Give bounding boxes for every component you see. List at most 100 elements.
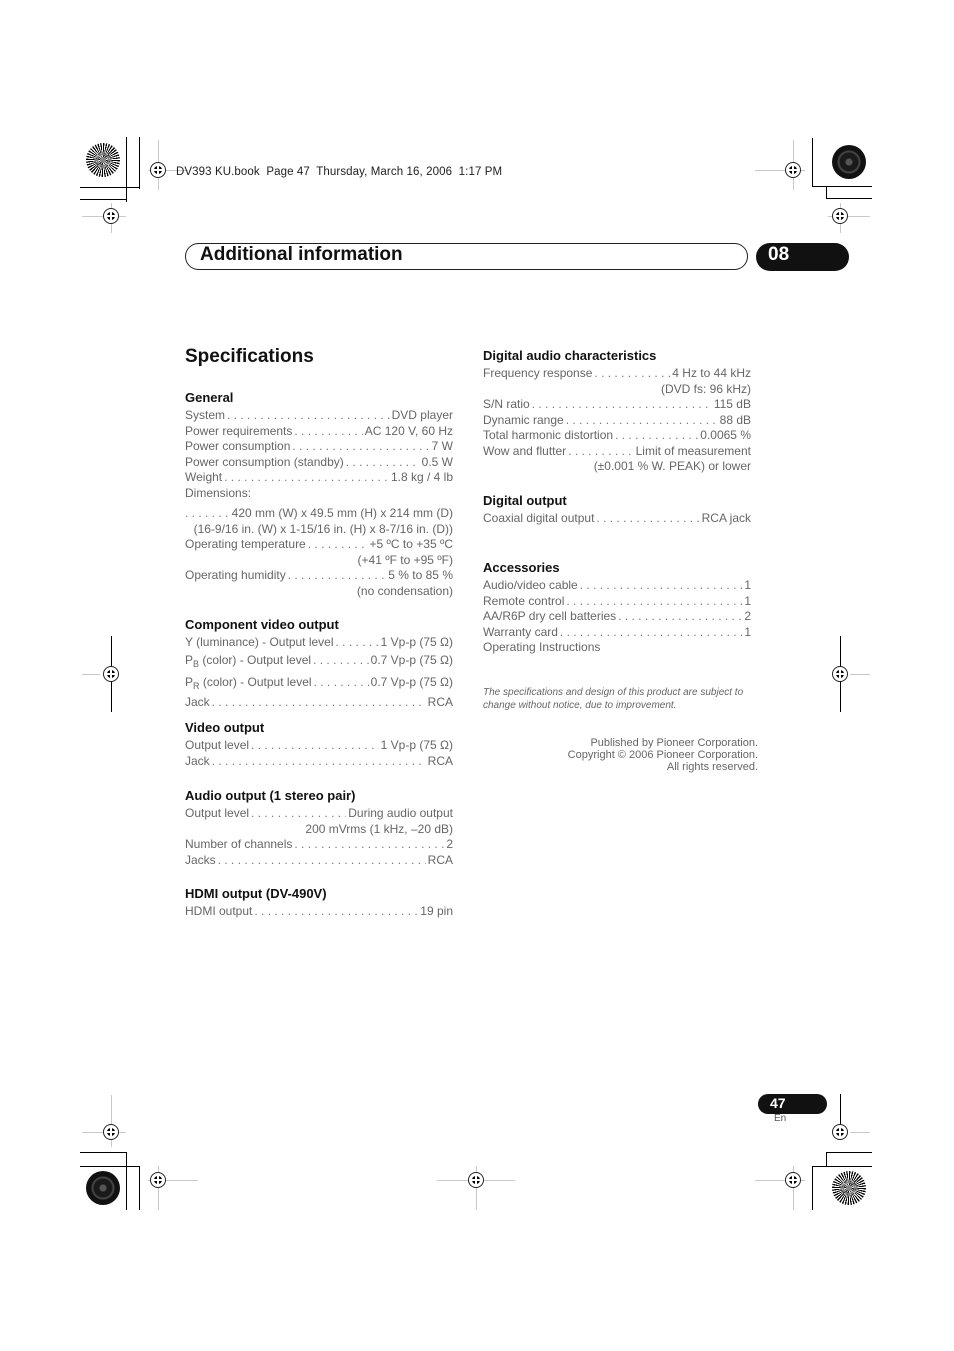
- crop-line: [812, 1166, 872, 1167]
- spec-row: Power requirements AC 120 V, 60 Hz: [185, 424, 453, 440]
- spec-label: Total harmonic distortion: [483, 428, 614, 442]
- spec-label: Jack: [185, 753, 210, 768]
- crosshair-icon: [832, 208, 848, 224]
- spec-label: Jacks: [185, 852, 216, 867]
- spec-row: Remote control 1: [483, 594, 751, 610]
- spec-value: 19 pin: [420, 904, 453, 918]
- spec-label: Wow and flutter: [483, 443, 567, 458]
- spec-row: Jack RCA: [185, 754, 453, 770]
- section-heading: Digital output: [483, 493, 567, 508]
- spec-section-video-output: Video output Output level 1 Vp-p (75 Ω) J…: [185, 720, 453, 769]
- spec-row: Y (luminance) - Output level 1 Vp-p (75 Ω…: [185, 635, 453, 651]
- spec-label: HDMI output: [185, 904, 253, 918]
- crop-line: [139, 137, 140, 189]
- spec-section-accessories: Accessories Audio/video cable 1 Remote co…: [483, 560, 751, 656]
- spec-value-continued: 200 mVrms (1 kHz, –20 dB): [305, 821, 453, 836]
- label-rest: (color) - Output level: [199, 674, 312, 689]
- spec-value-continued: (16-9/16 in. (W) x 1-15/16 in. (H) x 8-7…: [193, 521, 453, 536]
- spec-section-hdmi-output: HDMI output (DV-490V) HDMI output 19 pin: [185, 886, 453, 920]
- spec-row: Total harmonic distortion 0.0065 %: [483, 428, 751, 444]
- crosshair-icon: [785, 1172, 801, 1188]
- spec-value: 4 Hz to 44 kHz: [672, 366, 751, 380]
- label-main: P: [185, 652, 194, 667]
- spec-value: 5 % to 85 %: [388, 568, 453, 582]
- spec-value: 2: [446, 837, 453, 851]
- crop-line: [126, 137, 127, 202]
- spec-label: Jack: [185, 694, 210, 709]
- crop-line: [82, 674, 100, 675]
- crosshair-icon: [103, 1124, 119, 1140]
- spec-row: S/N ratio 115 dB: [483, 397, 751, 413]
- spec-value-continued: (+41 ºF to +95 ºF): [357, 552, 453, 567]
- crosshair-icon: [150, 1172, 166, 1188]
- page-language: En: [774, 1113, 787, 1124]
- crop-line: [139, 1166, 140, 1210]
- page-number: 47: [770, 1095, 786, 1111]
- crop-line: [80, 1166, 140, 1167]
- spec-value: RCA: [427, 753, 453, 768]
- publisher-info: Published by Pioneer Corporation. Copyri…: [520, 737, 758, 773]
- spec-section-audio-output: Audio output (1 stereo pair) Output leve…: [185, 788, 453, 868]
- spec-row: Number of channels 2: [185, 837, 453, 853]
- section-heading: Audio output (1 stereo pair): [185, 788, 356, 803]
- spec-row: PR (color) - Output level 0.7 Vp-p (75 Ω): [185, 673, 453, 695]
- spec-row: PB (color) - Output level 0.7 Vp-p (75 Ω): [185, 651, 453, 673]
- spec-label: Operating temperature: [185, 537, 306, 551]
- spec-label: Remote control: [483, 593, 565, 608]
- spec-label: System: [185, 408, 226, 422]
- spec-value: 7 W: [431, 439, 453, 453]
- spec-row: Operating temperature +5 ºC to +35 ºC: [185, 537, 453, 553]
- section-heading: General: [185, 390, 234, 405]
- spec-row: Weight 1.8 kg / 4 lb: [185, 470, 453, 486]
- spec-label: S/N ratio: [483, 397, 530, 411]
- spec-row: System DVD player: [185, 408, 453, 424]
- label-rest: (color) - Output level: [199, 652, 312, 667]
- spec-value: 1 Vp-p (75 Ω): [380, 635, 453, 649]
- spec-row: Power consumption (standby) 0.5 W: [185, 455, 453, 471]
- crop-line: [80, 199, 127, 200]
- crosshair-icon: [785, 162, 801, 178]
- spec-row: Operating humidity 5 % to 85 %: [185, 568, 453, 584]
- copyright-line: Copyright © 2006 Pioneer Corporation.: [567, 749, 758, 761]
- spec-label: Output level: [185, 738, 250, 752]
- spec-value-continued: (no condensation): [356, 583, 453, 598]
- spec-label: Output level: [185, 806, 250, 820]
- chapter-number: 08: [768, 244, 790, 265]
- spec-value: 1 Vp-p (75 Ω): [380, 738, 453, 752]
- spec-value: 0.7 Vp-p (75 Ω): [370, 652, 453, 667]
- spec-value: 1: [744, 593, 751, 608]
- spec-label: Warranty card: [483, 624, 558, 639]
- spec-value: DVD player: [391, 408, 453, 422]
- page-number-tab: [758, 1094, 827, 1114]
- crop-line: [826, 1152, 872, 1153]
- spec-value: RCA jack: [701, 511, 751, 525]
- disclaimer-note: The specifications and design of this pr…: [483, 687, 744, 711]
- spec-label: Dynamic range: [483, 412, 564, 427]
- section-heading: Digital audio characteristics: [483, 348, 657, 363]
- spec-value: 88 dB: [719, 412, 751, 427]
- spec-row: Coaxial digital output RCA jack: [483, 511, 751, 527]
- spec-value: RCA: [427, 852, 453, 867]
- spec-label: Power requirements: [185, 423, 293, 438]
- crop-line: [840, 1094, 841, 1124]
- spec-value-continued: (DVD fs: 96 kHz): [660, 381, 751, 396]
- spec-row: Jack RCA: [185, 695, 453, 711]
- rights-line: All rights reserved.: [666, 761, 758, 773]
- crop-line: [812, 1166, 813, 1210]
- spec-row: Power consumption 7 W: [185, 439, 453, 455]
- spec-value: RCA: [427, 694, 453, 709]
- spec-label: Operating Instructions: [483, 640, 601, 654]
- spec-value: 420 mm (W) x 49.5 mm (H) x 214 mm (D): [231, 506, 453, 520]
- spec-section-digital-audio: Digital audio characteristics Frequency …: [483, 348, 751, 475]
- spec-row: Frequency response 4 Hz to 44 kHz: [483, 366, 751, 382]
- spec-row: Wow and flutter Limit of measurement: [483, 444, 751, 460]
- spec-row: 420 mm (W) x 49.5 mm (H) x 214 mm (D): [185, 506, 453, 522]
- spec-value: 2: [744, 609, 751, 623]
- crosshair-icon: [103, 666, 119, 682]
- spec-value: 115 dB: [713, 397, 751, 411]
- spec-value: 1.8 kg / 4 lb: [390, 470, 453, 484]
- crop-line: [850, 1132, 870, 1133]
- spec-label: Operating humidity: [185, 568, 286, 582]
- crosshair-icon: [103, 208, 119, 224]
- spec-row: Warranty card 1: [483, 625, 751, 641]
